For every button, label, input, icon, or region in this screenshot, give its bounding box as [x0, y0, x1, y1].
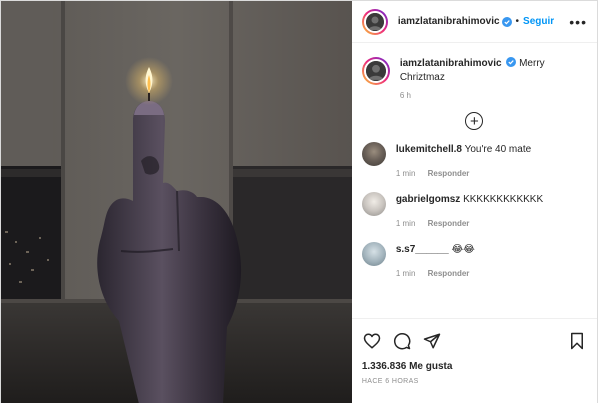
follow-button[interactable]: Seguir [523, 16, 554, 27]
caption: iamzlatanibrahimovic Merry Chriztmaz 6 h [361, 57, 587, 100]
caption-username[interactable]: iamzlatanibrahimovic [400, 58, 502, 69]
reply-button[interactable]: Responder [428, 269, 470, 278]
instagram-post: iamzlatanibrahimovic • Seguir ••• iamzla… [0, 0, 598, 403]
comment-username[interactable]: lukemitchell.8 [396, 144, 462, 155]
comment-item: lukemitchell.8 You're 40 mate 1 min Resp… [361, 140, 587, 180]
comment-time[interactable]: 1 min [396, 219, 416, 228]
caption-avatar-image [363, 59, 388, 83]
comment-time[interactable]: 1 min [396, 169, 416, 178]
comment-text: You're 40 mate [464, 144, 532, 155]
profile-face-icon [365, 61, 386, 81]
caption-text: iamzlatanibrahimovic Merry Chriztmaz [400, 57, 587, 85]
commenter-avatar[interactable] [361, 142, 386, 166]
action-icons [362, 327, 587, 355]
load-more-comments: + [362, 112, 587, 130]
post-timestamp[interactable]: HACE 6 HORAS [362, 378, 587, 385]
bookmark-icon[interactable] [567, 331, 587, 351]
heart-icon[interactable] [362, 331, 382, 351]
comment-username[interactable]: gabrielgomsz [396, 194, 460, 205]
comment-text: 😂😂 [451, 244, 475, 255]
post-header: iamzlatanibrahimovic • Seguir ••• [351, 1, 597, 43]
comment-bubble-icon[interactable] [392, 331, 412, 351]
comment-username[interactable]: s.s7______ [396, 244, 449, 255]
middle-finger-candle-image [1, 1, 352, 403]
post-photo[interactable] [1, 1, 352, 403]
more-options-icon[interactable]: ••• [569, 14, 587, 30]
commenter-avatar[interactable] [361, 242, 386, 266]
comments-section: iamzlatanibrahimovic Merry Chriztmaz 6 h… [352, 43, 597, 318]
reply-button[interactable]: Responder [428, 169, 470, 178]
likes-count[interactable]: 1.336.836 Me gusta [362, 361, 587, 372]
post-actions: 1.336.836 Me gusta HACE 6 HORAS [351, 318, 597, 403]
author-username[interactable]: iamzlatanibrahimovic [398, 16, 500, 27]
verified-badge-icon [501, 16, 512, 27]
commenter-avatar[interactable] [361, 192, 386, 216]
verified-badge-icon [506, 57, 517, 67]
comment-text: KKKKKKKKKKKK [463, 194, 544, 205]
paper-plane-icon[interactable] [422, 331, 442, 351]
caption-avatar[interactable] [361, 57, 390, 85]
separator-dot: • [515, 16, 520, 27]
author-avatar-image [363, 10, 386, 33]
caption-time[interactable]: 6 h [400, 91, 587, 100]
author-avatar[interactable] [361, 8, 388, 35]
plus-circle-icon[interactable]: + [465, 112, 484, 130]
post-sidebar: iamzlatanibrahimovic • Seguir ••• iamzla… [351, 1, 597, 403]
profile-face-icon [365, 12, 384, 31]
comment-time[interactable]: 1 min [396, 269, 416, 278]
reply-button[interactable]: Responder [428, 219, 470, 228]
comment-item: s.s7______ 😂😂 1 min Responder [361, 240, 587, 280]
comment-item: gabrielgomsz KKKKKKKKKKKK 1 min Responde… [361, 190, 587, 230]
